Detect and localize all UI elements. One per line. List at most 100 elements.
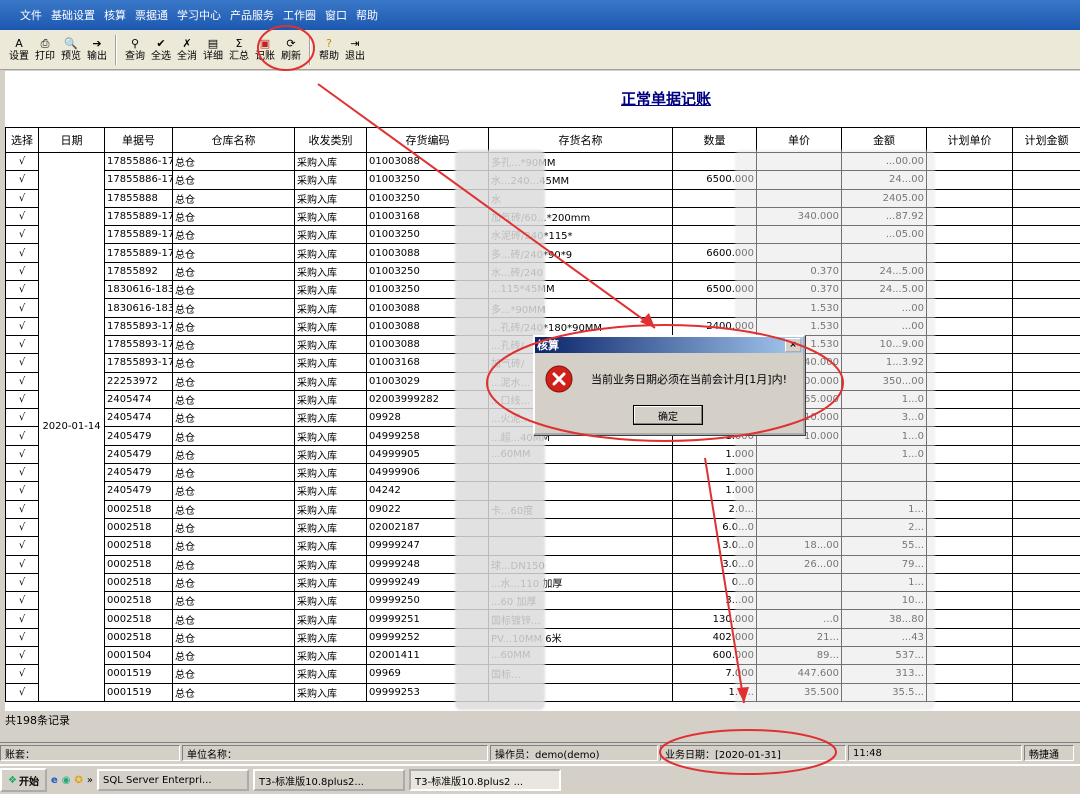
- cell-sel[interactable]: √: [6, 628, 39, 646]
- task-t3-1[interactable]: T3-标准版10.8plus2...: [253, 769, 405, 791]
- toolbar-button[interactable]: ▣记账: [252, 34, 278, 66]
- cell-sel[interactable]: √: [6, 610, 39, 628]
- toolbar-button[interactable]: ?帮助: [316, 34, 342, 66]
- menu-item[interactable]: 文件: [20, 7, 42, 23]
- cell-sel[interactable]: √: [6, 573, 39, 591]
- cell-sel[interactable]: √: [6, 445, 39, 463]
- toolbar-button[interactable]: ✔全选: [148, 34, 174, 66]
- cell-sel[interactable]: √: [6, 207, 39, 225]
- task-t3-2[interactable]: T3-标准版10.8plus2 ...: [409, 769, 561, 791]
- menu-item[interactable]: 工作圈: [283, 7, 316, 23]
- cell-wh: 总仓: [173, 207, 295, 225]
- toolbar-button[interactable]: ⇥退出: [342, 34, 368, 66]
- desktop-icon[interactable]: ◉: [62, 775, 71, 786]
- cell-plan-amount: [1013, 390, 1080, 408]
- column-header[interactable]: 选择: [6, 128, 39, 153]
- cell-sel[interactable]: √: [6, 317, 39, 335]
- start-button[interactable]: ❖ 开始: [0, 768, 47, 792]
- cell-sel[interactable]: √: [6, 372, 39, 390]
- cell-doc: 17855889-178: [105, 207, 173, 225]
- cell-plan-amount: [1013, 464, 1080, 482]
- cell-doc: 0001519: [105, 683, 173, 701]
- close-icon[interactable]: ×: [785, 338, 801, 352]
- cell-sel[interactable]: √: [6, 299, 39, 317]
- cell-sel[interactable]: √: [6, 390, 39, 408]
- column-header[interactable]: 收发类别: [295, 128, 367, 153]
- toolbar-button[interactable]: ➔输出: [84, 34, 110, 66]
- cell-sel[interactable]: √: [6, 189, 39, 207]
- cell-plan-price: [927, 647, 1013, 665]
- cell-sel[interactable]: √: [6, 262, 39, 280]
- cell-sel[interactable]: √: [6, 683, 39, 701]
- cell-doc: 2405479: [105, 427, 173, 445]
- cell-sel[interactable]: √: [6, 171, 39, 189]
- toolbar-button[interactable]: Σ汇总: [226, 34, 252, 66]
- column-header[interactable]: 金额: [842, 128, 927, 153]
- cell-sel[interactable]: √: [6, 647, 39, 665]
- column-header[interactable]: 计划金额: [1013, 128, 1080, 153]
- menu-item[interactable]: 产品服务: [230, 7, 274, 23]
- cell-sel[interactable]: √: [6, 555, 39, 573]
- cell-plan-amount: [1013, 354, 1080, 372]
- toolbar-button[interactable]: ⚲查询: [122, 34, 148, 66]
- cell-sel[interactable]: √: [6, 409, 39, 427]
- cell-sel[interactable]: √: [6, 665, 39, 683]
- toolbar-button[interactable]: ⎙打印: [32, 34, 58, 66]
- cell-sel[interactable]: √: [6, 482, 39, 500]
- cell-sel[interactable]: √: [6, 500, 39, 518]
- cell-type: 采购入库: [295, 518, 367, 536]
- refresh-app-icon[interactable]: ✪: [75, 775, 83, 786]
- menu-item[interactable]: 核算: [104, 7, 126, 23]
- column-header[interactable]: 单价: [757, 128, 842, 153]
- toolbar-button[interactable]: 🔍预览: [58, 34, 84, 66]
- column-header[interactable]: 存货编码: [367, 128, 489, 153]
- task-sql-server[interactable]: SQL Server Enterpri...: [97, 769, 249, 791]
- column-header[interactable]: 存货名称: [489, 128, 673, 153]
- cell-sel[interactable]: √: [6, 518, 39, 536]
- cell-wh: 总仓: [173, 610, 295, 628]
- column-header[interactable]: 单据号: [105, 128, 173, 153]
- cell-sel[interactable]: √: [6, 464, 39, 482]
- toolbar-button[interactable]: ▤详细: [200, 34, 226, 66]
- cell-plan-price: [927, 537, 1013, 555]
- cell-type: 采购入库: [295, 427, 367, 445]
- cell-sel[interactable]: √: [6, 335, 39, 353]
- column-header[interactable]: 日期: [39, 128, 105, 153]
- cell-sel[interactable]: √: [6, 244, 39, 262]
- cell-sel[interactable]: √: [6, 226, 39, 244]
- ie-icon[interactable]: e: [51, 775, 58, 786]
- cell-plan-price: [927, 573, 1013, 591]
- menu-item[interactable]: 窗口: [325, 7, 347, 23]
- cell-type: 采购入库: [295, 592, 367, 610]
- toolbar-button[interactable]: ⟳刷新: [278, 34, 304, 66]
- cell-plan-amount: [1013, 299, 1080, 317]
- menu-item[interactable]: 基础设置: [51, 7, 95, 23]
- toolbar-button[interactable]: ✗全消: [174, 34, 200, 66]
- cell-plan-price: [927, 171, 1013, 189]
- cell-plan-amount: [1013, 226, 1080, 244]
- ok-button[interactable]: 确定: [633, 405, 703, 425]
- cell-type: 采购入库: [295, 335, 367, 353]
- menu-item[interactable]: 帮助: [356, 7, 378, 23]
- cell-plan-amount: [1013, 665, 1080, 683]
- cell-sel[interactable]: √: [6, 153, 39, 171]
- cell-plan-price: [927, 390, 1013, 408]
- toolbar-button[interactable]: A设置: [6, 34, 32, 66]
- cell-sel[interactable]: √: [6, 427, 39, 445]
- column-header[interactable]: 计划单价: [927, 128, 1013, 153]
- cell-sel[interactable]: √: [6, 354, 39, 372]
- cell-wh: 总仓: [173, 171, 295, 189]
- menu-item[interactable]: 学习中心: [177, 7, 221, 23]
- cell-sel[interactable]: √: [6, 537, 39, 555]
- column-header[interactable]: 数量: [673, 128, 757, 153]
- cell-plan-amount: [1013, 683, 1080, 701]
- menu-item[interactable]: 票据通: [135, 7, 168, 23]
- cell-type: 采购入库: [295, 555, 367, 573]
- toolbar-button-label: 记账: [255, 51, 275, 62]
- quicklaunch-more[interactable]: »: [87, 775, 93, 786]
- cell-sel[interactable]: √: [6, 281, 39, 299]
- cell-sel[interactable]: √: [6, 592, 39, 610]
- cell-plan-amount: [1013, 445, 1080, 463]
- cell-type: 采购入库: [295, 244, 367, 262]
- column-header[interactable]: 仓库名称: [173, 128, 295, 153]
